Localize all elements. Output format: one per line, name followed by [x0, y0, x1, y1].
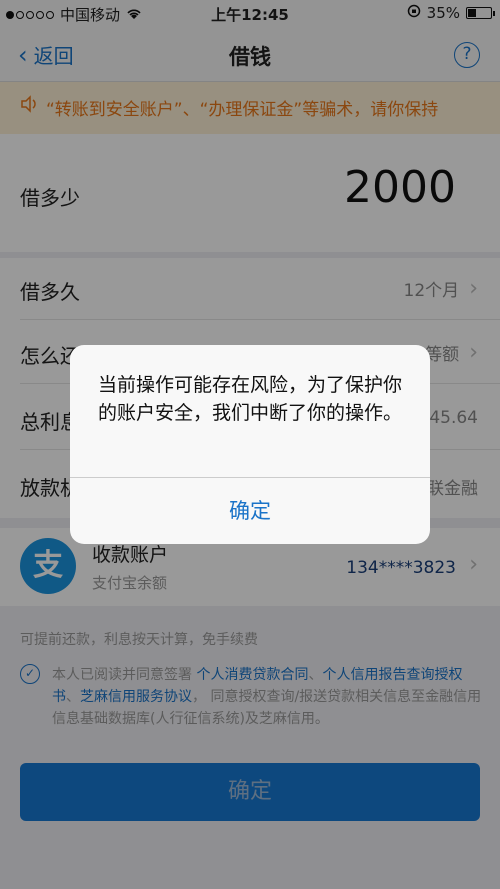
dialog-confirm-button[interactable]: 确定: [70, 478, 430, 544]
risk-alert-dialog: 当前操作可能存在风险，为了保护你的账户安全，我们中断了你的操作。 确定: [70, 345, 430, 544]
dialog-message: 当前操作可能存在风险，为了保护你的账户安全，我们中断了你的操作。: [98, 374, 403, 424]
